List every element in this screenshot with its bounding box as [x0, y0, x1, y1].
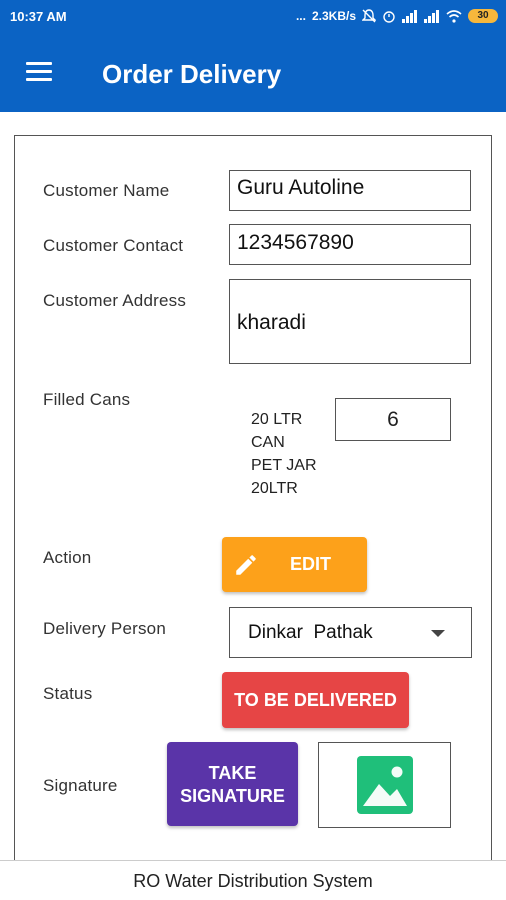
status-bar: 10:37 AM ... 2.3KB/s 30: [0, 0, 506, 34]
status-button[interactable]: TO BE DELIVERED: [222, 672, 409, 728]
signature-preview[interactable]: [318, 742, 451, 828]
footer: RO Water Distribution System: [0, 860, 506, 900]
customer-contact-label: Customer Contact: [43, 236, 184, 255]
take-signature-line: SIGNATURE: [180, 786, 285, 806]
mute-icon: [362, 9, 376, 23]
alarm-icon: [383, 11, 395, 23]
quantity-field[interactable]: 6: [335, 398, 451, 441]
delivery-person-dropdown[interactable]: Dinkar Pathak: [229, 607, 472, 658]
battery-icon: 30: [468, 9, 498, 23]
take-signature-line: TAKE: [208, 763, 257, 783]
network-speed: 2.3KB/s: [311, 9, 356, 23]
product-line: CAN: [251, 434, 285, 451]
customer-address-label: Customer Address: [43, 291, 187, 310]
signal-icon: [402, 9, 417, 23]
status-time: 10:37 AM: [10, 9, 67, 24]
customer-name-label: Customer Name: [43, 181, 170, 200]
edit-button[interactable]: EDIT: [222, 537, 367, 592]
menu-icon[interactable]: [26, 62, 52, 82]
customer-name-field[interactable]: Guru Autoline: [229, 170, 471, 211]
product-line: 20 LTR: [251, 411, 303, 428]
notification-dots: ...: [295, 9, 306, 23]
take-signature-button[interactable]: TAKE SIGNATURE: [167, 742, 298, 826]
status-label: Status: [43, 684, 93, 703]
signature-label: Signature: [43, 776, 118, 795]
delivery-person-label: Delivery Person: [43, 619, 166, 638]
dropdown-caret-icon: [431, 630, 445, 637]
wifi-icon: [446, 9, 462, 23]
filled-cans-label: Filled Cans: [43, 390, 131, 409]
page-title: Order Delivery: [102, 59, 282, 89]
status-icons: ... 2.3KB/s 30: [296, 9, 498, 23]
product-name: 20 LTR CAN PET JAR 20LTR: [251, 408, 317, 500]
pencil-icon: [236, 555, 256, 575]
image-gallery-icon: [357, 756, 413, 814]
customer-contact-field[interactable]: 1234567890: [229, 224, 471, 265]
signal-icon-2: [424, 9, 439, 23]
edit-button-label: EDIT: [290, 554, 332, 574]
customer-address-field[interactable]: kharadi: [229, 279, 471, 364]
action-label: Action: [43, 548, 92, 567]
product-line: 20LTR: [251, 480, 298, 497]
product-line: PET JAR: [251, 457, 317, 474]
delivery-person-value: Dinkar Pathak: [248, 622, 373, 643]
app-bar: Order Delivery: [0, 34, 506, 112]
